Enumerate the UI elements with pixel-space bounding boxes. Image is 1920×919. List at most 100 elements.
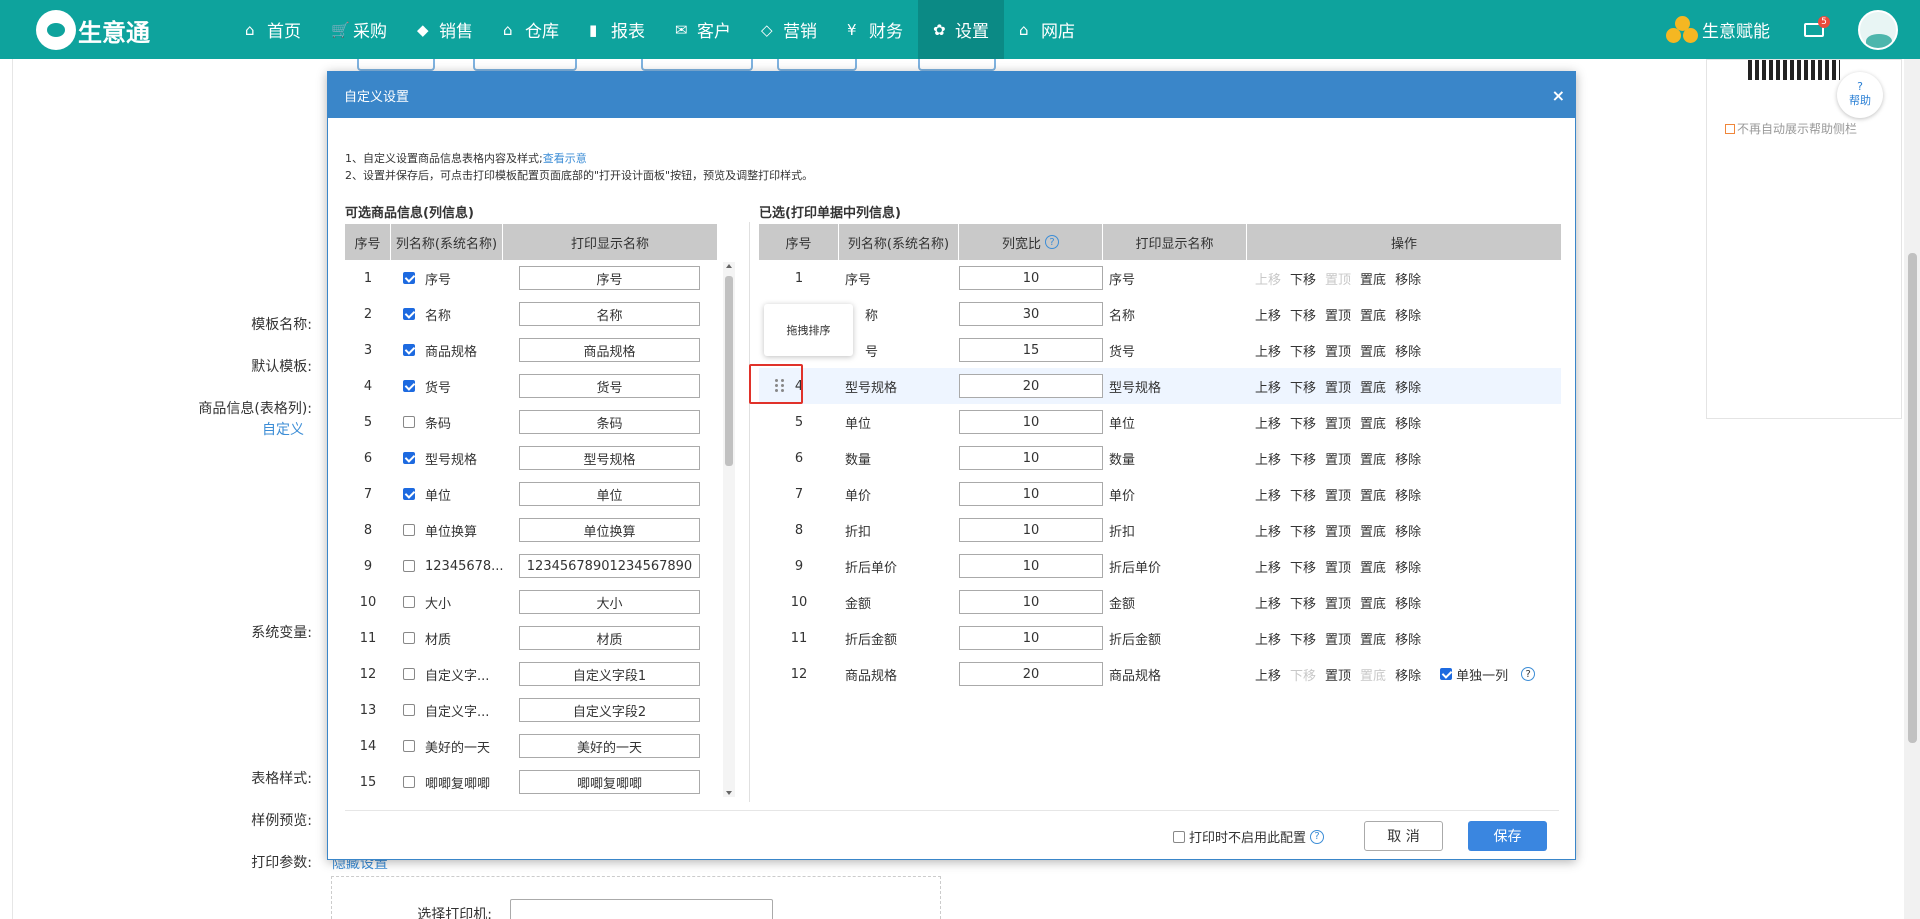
display-name-input[interactable]: 商品规格 (519, 338, 700, 362)
op-move-down-button[interactable]: 下移 (1290, 485, 1316, 504)
op-remove-button[interactable]: 移除 (1395, 341, 1421, 360)
bg-template-tab[interactable] (918, 59, 996, 71)
bg-template-tab[interactable] (777, 59, 857, 71)
scroll-up-icon[interactable] (726, 264, 732, 268)
op-remove-button[interactable]: 移除 (1395, 305, 1421, 324)
column-checkbox[interactable] (403, 272, 415, 284)
printer-select[interactable] (510, 899, 773, 919)
width-ratio-input[interactable]: 20 (959, 374, 1103, 398)
op-pin-top-button[interactable]: 置顶 (1325, 665, 1351, 684)
op-remove-button[interactable]: 移除 (1395, 557, 1421, 576)
disable-config-checkbox[interactable] (1173, 830, 1185, 843)
drag-handle-icon[interactable] (775, 379, 785, 393)
bg-template-tab[interactable] (357, 59, 435, 71)
selected-row[interactable]: 10 金额 10 金额 上移 下移 置顶 置底 移除 (759, 584, 1561, 620)
op-pin-bottom-button[interactable]: 置底 (1360, 521, 1386, 540)
no-auto-show-checkbox[interactable] (1725, 123, 1735, 134)
op-move-down-button[interactable]: 下移 (1290, 449, 1316, 468)
op-remove-button[interactable]: 移除 (1395, 413, 1421, 432)
width-ratio-input[interactable]: 10 (959, 626, 1103, 650)
op-pin-top-button[interactable]: 置顶 (1325, 377, 1351, 396)
selected-row[interactable]: 7 单价 10 单价 上移 下移 置顶 置底 移除 (759, 476, 1561, 512)
display-name-input[interactable]: 条码 (519, 410, 700, 434)
single-column-checkbox[interactable] (1440, 668, 1453, 680)
display-name-input[interactable]: 12345678901234567890 (519, 554, 700, 578)
op-move-down-button[interactable]: 下移 (1290, 377, 1316, 396)
nav-item[interactable]: 🛒 采购 (316, 0, 402, 59)
available-scrollbar-thumb[interactable] (725, 276, 733, 466)
help-icon[interactable]: ? (1045, 235, 1059, 249)
display-name-input[interactable]: 货号 (519, 374, 700, 398)
selected-row[interactable]: 号 15 货号 上移 下移 置顶 置底 移除 (759, 332, 1561, 368)
op-pin-bottom-button[interactable]: 置底 (1360, 629, 1386, 648)
width-ratio-input[interactable]: 10 (959, 446, 1103, 470)
selected-row[interactable]: 6 数量 10 数量 上移 下移 置顶 置底 移除 (759, 440, 1561, 476)
nav-item[interactable]: ◆ 销售 (402, 0, 488, 59)
help-button[interactable]: ? 帮助 (1837, 72, 1883, 118)
avatar[interactable] (1858, 9, 1898, 50)
op-remove-button[interactable]: 移除 (1395, 485, 1421, 504)
op-remove-button[interactable]: 移除 (1395, 521, 1421, 540)
selected-row[interactable]: 11 折后金额 10 折后金额 上移 下移 置顶 置底 移除 (759, 620, 1561, 656)
op-pin-top-button[interactable]: 置顶 (1325, 629, 1351, 648)
op-move-down-button[interactable]: 下移 (1290, 521, 1316, 540)
op-pin-top-button[interactable]: 置顶 (1325, 449, 1351, 468)
width-ratio-input[interactable]: 30 (959, 302, 1103, 326)
op-remove-button[interactable]: 移除 (1395, 269, 1421, 288)
op-pin-bottom-button[interactable]: 置底 (1360, 449, 1386, 468)
nav-item[interactable]: ⌂ 网店 (1004, 0, 1090, 59)
close-icon[interactable]: × (1552, 86, 1565, 105)
op-remove-button[interactable]: 移除 (1395, 449, 1421, 468)
op-pin-bottom-button[interactable]: 置底 (1360, 341, 1386, 360)
display-name-input[interactable]: 名称 (519, 302, 700, 326)
width-ratio-input[interactable]: 10 (959, 266, 1103, 290)
bg-template-tab[interactable] (473, 59, 577, 71)
op-move-up-button[interactable]: 上移 (1255, 629, 1281, 648)
cancel-button[interactable]: 取 消 (1364, 821, 1443, 851)
view-example-link[interactable]: 查看示意 (543, 152, 587, 165)
column-checkbox[interactable] (403, 488, 415, 500)
nav-item[interactable]: ◇ 营销 (746, 0, 832, 59)
nav-item[interactable]: ⌂ 首页 (230, 0, 316, 59)
column-checkbox[interactable] (403, 524, 415, 536)
op-move-up-button[interactable]: 上移 (1255, 413, 1281, 432)
available-table-scrollbar[interactable] (723, 262, 735, 797)
op-pin-top-button[interactable]: 置顶 (1325, 485, 1351, 504)
column-checkbox[interactable] (403, 776, 415, 788)
selected-row[interactable]: 称 30 名称 上移 下移 置顶 置底 移除 (759, 296, 1561, 332)
single-column-option[interactable]: 单独一列? (1440, 665, 1544, 684)
nav-item[interactable]: ✿ 设置 (918, 0, 1004, 59)
empower-button[interactable]: 生意赋能 (1666, 14, 1770, 46)
selected-row[interactable]: 1 序号 10 序号 上移 下移 置顶 置底 移除 (759, 260, 1561, 296)
column-checkbox[interactable] (403, 452, 415, 464)
page-scrollbar-thumb[interactable] (1908, 253, 1917, 743)
display-name-input[interactable]: 单位 (519, 482, 700, 506)
op-remove-button[interactable]: 移除 (1395, 665, 1421, 684)
op-remove-button[interactable]: 移除 (1395, 377, 1421, 396)
logo[interactable]: 生意通 (36, 10, 150, 50)
op-pin-bottom-button[interactable]: 置底 (1360, 413, 1386, 432)
selected-row[interactable]: 8 折扣 10 折扣 上移 下移 置顶 置底 移除 (759, 512, 1561, 548)
op-pin-bottom-button[interactable]: 置底 (1360, 485, 1386, 504)
width-ratio-input[interactable]: 10 (959, 554, 1103, 578)
width-ratio-input[interactable]: 10 (959, 482, 1103, 506)
nav-item[interactable]: ¥ 财务 (832, 0, 918, 59)
width-ratio-input[interactable]: 10 (959, 518, 1103, 542)
op-move-down-button[interactable]: 下移 (1290, 593, 1316, 612)
help-icon[interactable]: ? (1521, 667, 1536, 681)
column-checkbox[interactable] (403, 704, 415, 716)
op-move-up-button[interactable]: 上移 (1255, 485, 1281, 504)
display-name-input[interactable]: 序号 (519, 266, 700, 290)
op-move-up-button[interactable]: 上移 (1255, 377, 1281, 396)
width-ratio-input[interactable]: 10 (959, 590, 1103, 614)
bg-template-tab[interactable] (641, 59, 753, 71)
save-button[interactable]: 保存 (1468, 821, 1547, 851)
op-move-down-button[interactable]: 下移 (1290, 413, 1316, 432)
selected-row[interactable]: 5 单位 10 单位 上移 下移 置顶 置底 移除 (759, 404, 1561, 440)
op-move-up-button[interactable]: 上移 (1255, 305, 1281, 324)
op-remove-button[interactable]: 移除 (1395, 629, 1421, 648)
selected-row[interactable]: 12 商品规格 20 商品规格 上移 下移 置顶 置底 移除 单独一列? (759, 656, 1561, 692)
scroll-down-icon[interactable] (726, 791, 732, 795)
op-move-down-button[interactable]: 下移 (1290, 557, 1316, 576)
column-checkbox[interactable] (403, 416, 415, 428)
